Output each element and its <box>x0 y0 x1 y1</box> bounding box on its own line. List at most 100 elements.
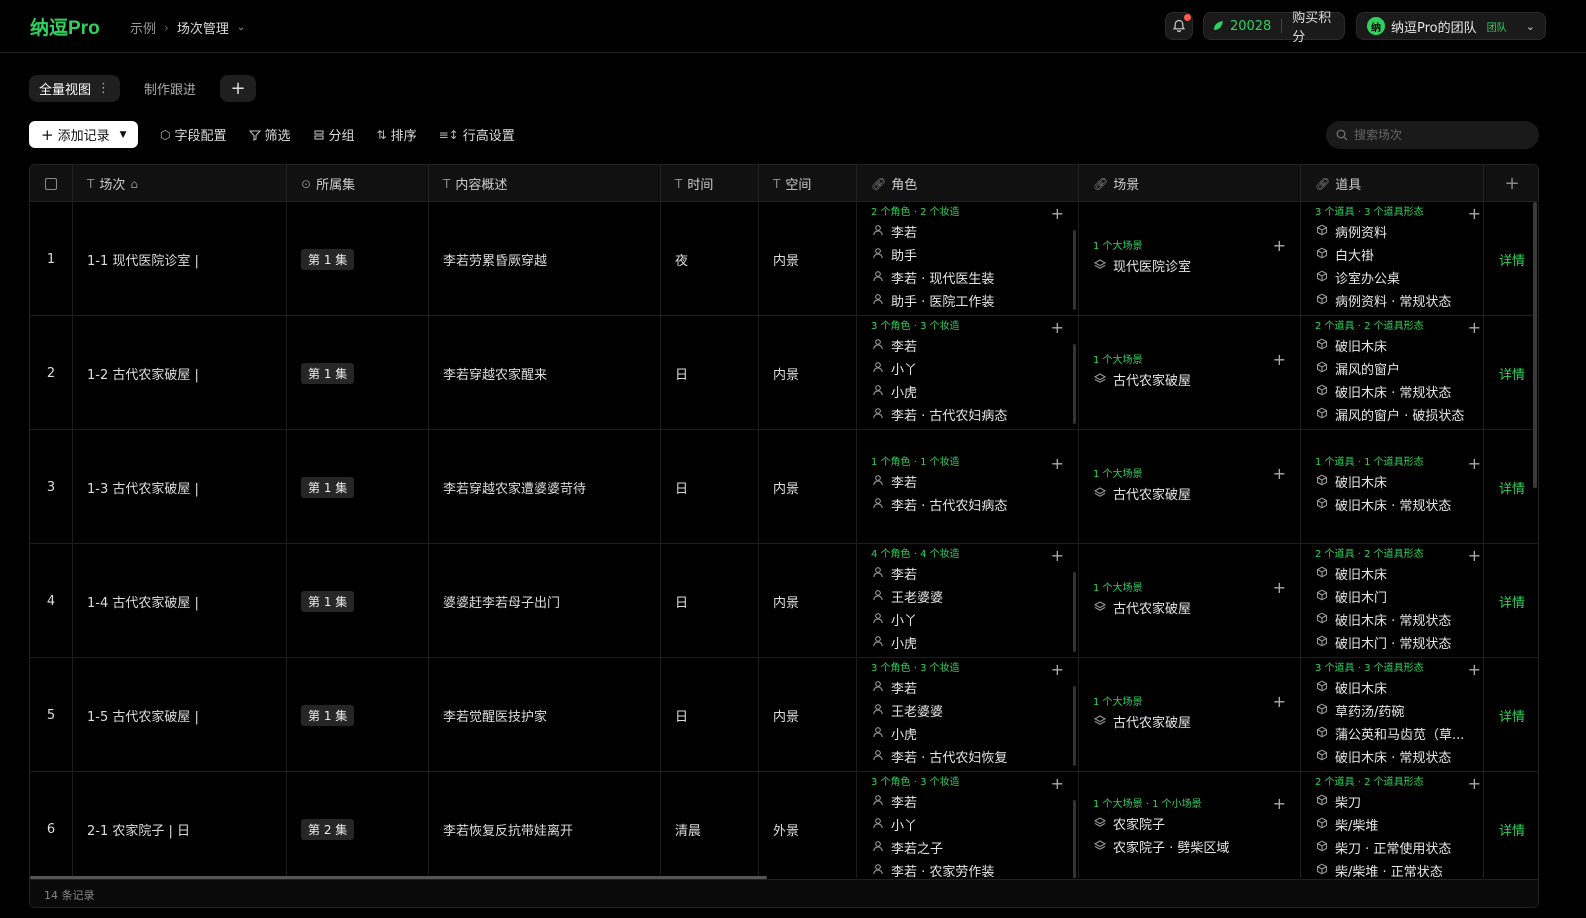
chevron-down-icon[interactable]: ⌄ <box>237 22 245 33</box>
detail-link[interactable]: 详情 <box>1484 316 1538 430</box>
prop-item[interactable]: 漏风的窗户 <box>1315 357 1400 380</box>
episode-cell[interactable]: 第 2 集 <box>287 772 429 878</box>
props-cell[interactable]: 3 个道具 · 3 个道具形态 + 病例资料 白大褂 诊室办公桌 病例资料 · 常规状态 <box>1301 202 1484 316</box>
roles-cell[interactable]: 4 个角色 · 4 个妆造 + 李若 王老婆婆 小丫 小虎 <box>857 544 1079 658</box>
roles-cell[interactable]: 2 个角色 · 2 个妆造 + 李若 助手 李若 · 现代医生装 助手 · 医院工作装 <box>857 202 1079 316</box>
add-role-button[interactable]: + <box>1051 454 1064 473</box>
time-cell[interactable]: 日 <box>661 658 759 772</box>
episode-cell[interactable]: 第 1 集 <box>287 202 429 316</box>
role-item[interactable]: 李若 · 古代农妇恢复 <box>871 745 1007 768</box>
add-role-button[interactable]: + <box>1051 660 1064 679</box>
prop-item[interactable]: 蒲公英和马齿苋（草... <box>1315 722 1464 745</box>
select-all-cell[interactable] <box>30 165 73 202</box>
row-number-cell[interactable]: 6 <box>30 772 73 878</box>
scene-name-cell[interactable]: 1-3 古代农家破屋 | <box>73 430 287 544</box>
prop-item[interactable]: 漏风的窗户 · 破损状态 <box>1315 403 1464 426</box>
row-number-cell[interactable]: 2 <box>30 316 73 430</box>
props-cell[interactable]: 3 个道具 · 3 个道具形态 + 破旧木床 草药汤/药碗 蒲公英和马齿苋（草... 破旧… <box>1301 658 1484 772</box>
role-item[interactable]: 李若 <box>871 470 917 493</box>
prop-item[interactable]: 白大褂 <box>1315 243 1374 266</box>
prop-item[interactable]: 破旧木门 <box>1315 585 1387 608</box>
row-number-cell[interactable]: 1 <box>30 202 73 316</box>
time-cell[interactable]: 夜 <box>661 202 759 316</box>
places-cell[interactable]: 1 个大场景 + 古代农家破屋 <box>1079 430 1301 544</box>
prop-item[interactable]: 柴刀 · 正常使用状态 <box>1315 836 1451 859</box>
scene-name-cell[interactable]: 2-1 农家院子 | 日 <box>73 772 287 878</box>
prop-item[interactable]: 破旧木门 · 常规状态 <box>1315 631 1451 654</box>
space-cell[interactable]: 内景 <box>759 430 857 544</box>
time-cell[interactable]: 日 <box>661 430 759 544</box>
detail-link[interactable]: 详情 <box>1484 202 1538 316</box>
role-item[interactable]: 李若 <box>871 334 917 357</box>
add-prop-button[interactable]: + <box>1468 318 1481 337</box>
props-cell[interactable]: 2 个道具 · 2 个道具形态 + 柴刀 柴/柴堆 柴刀 · 正常使用状态 柴/柴堆 · … <box>1301 772 1484 878</box>
table-row[interactable]: 5 1-5 古代农家破屋 | 第 1 集 李若觉醒医技护家 日 内景 3 个角色 · 3 个… <box>30 658 1538 772</box>
role-item[interactable]: 助手 · 医院工作装 <box>871 289 994 312</box>
column-header-summary[interactable]: T 内容概述 <box>429 165 661 202</box>
detail-link[interactable]: 详情 <box>1484 772 1538 878</box>
role-item[interactable]: 李若 · 现代医生装 <box>871 266 994 289</box>
add-prop-button[interactable]: + <box>1468 774 1481 793</box>
cell-scrollbar[interactable] <box>1073 686 1076 766</box>
place-item[interactable]: 农家院子 <box>1093 812 1165 835</box>
detail-link[interactable]: 详情 <box>1484 430 1538 544</box>
column-header-time[interactable]: T 时间 <box>661 165 759 202</box>
table-row[interactable]: 2 1-2 古代农家破屋 | 第 1 集 李若穿越农家醒来 日 内景 3 个角色 · 3 个… <box>30 316 1538 430</box>
place-item[interactable]: 古代农家破屋 <box>1093 368 1191 391</box>
prop-item[interactable]: 破旧木床 <box>1315 334 1387 357</box>
role-item[interactable]: 李若 <box>871 676 917 699</box>
episode-cell[interactable]: 第 1 集 <box>287 544 429 658</box>
add-view-button[interactable]: + <box>220 75 257 102</box>
places-cell[interactable]: 1 个大场景 + 古代农家破屋 <box>1079 316 1301 430</box>
episode-cell[interactable]: 第 1 集 <box>287 430 429 544</box>
add-column-button[interactable]: + <box>1484 165 1538 202</box>
place-item[interactable]: 农家院子 · 劈柴区域 <box>1093 835 1229 858</box>
props-cell[interactable]: 2 个道具 · 2 个道具形态 + 破旧木床 漏风的窗户 破旧木床 · 常规状态 漏风的窗… <box>1301 316 1484 430</box>
role-item[interactable]: 李若 · 古代农妇病态 <box>871 493 1007 516</box>
breadcrumb-current[interactable]: 场次管理 <box>177 18 229 37</box>
role-item[interactable]: 李若之子 <box>871 836 943 859</box>
notification-button[interactable] <box>1165 12 1193 40</box>
add-place-button[interactable]: + <box>1273 692 1286 711</box>
add-place-button[interactable]: + <box>1273 464 1286 483</box>
cell-scrollbar[interactable] <box>1073 572 1076 652</box>
cell-scrollbar[interactable] <box>1073 230 1076 310</box>
time-cell[interactable]: 清晨 <box>661 772 759 878</box>
prop-item[interactable]: 破旧木床 · 常规状态 <box>1315 493 1451 516</box>
place-item[interactable]: 古代农家破屋 <box>1093 596 1191 619</box>
column-header-places[interactable]: 🔗︎ 场景 <box>1079 165 1301 202</box>
column-header-scene[interactable]: T 场次 ⌂ <box>73 165 287 202</box>
space-cell[interactable]: 外景 <box>759 772 857 878</box>
prop-item[interactable]: 破旧木床 <box>1315 470 1387 493</box>
sort-button[interactable]: ⇅ 排序 <box>377 125 417 145</box>
detail-link[interactable]: 详情 <box>1484 544 1538 658</box>
row-height-button[interactable]: ≡↕ 行高设置 <box>439 125 515 145</box>
add-record-button[interactable]: + 添加记录 ▼ <box>29 121 138 148</box>
role-item[interactable]: 小虎 <box>871 380 917 403</box>
roles-cell[interactable]: 3 个角色 · 3 个妆造 + 李若 小丫 李若之子 李若 · 农家劳作装 <box>857 772 1079 878</box>
episode-cell[interactable]: 第 1 集 <box>287 658 429 772</box>
add-role-button[interactable]: + <box>1051 774 1064 793</box>
more-vertical-icon[interactable]: ⋮ <box>97 81 110 96</box>
summary-cell[interactable]: 李若劳累昏厥穿越 <box>429 202 661 316</box>
summary-cell[interactable]: 李若穿越农家遭婆婆苛待 <box>429 430 661 544</box>
role-item[interactable]: 小丫 <box>871 357 917 380</box>
breadcrumb-root[interactable]: 示例 <box>130 18 156 37</box>
place-item[interactable]: 现代医院诊室 <box>1093 254 1191 277</box>
places-cell[interactable]: 1 个大场景 + 现代医院诊室 <box>1079 202 1301 316</box>
roles-cell[interactable]: 3 个角色 · 3 个妆造 + 李若 王老婆婆 小虎 李若 · 古代农妇恢复 <box>857 658 1079 772</box>
role-item[interactable]: 助手 <box>871 243 917 266</box>
time-cell[interactable]: 日 <box>661 544 759 658</box>
episode-cell[interactable]: 第 1 集 <box>287 316 429 430</box>
column-header-roles[interactable]: 🔗︎ 角色 <box>857 165 1079 202</box>
summary-cell[interactable]: 李若觉醒医技护家 <box>429 658 661 772</box>
place-item[interactable]: 古代农家破屋 <box>1093 710 1191 733</box>
prop-item[interactable]: 病例资料 <box>1315 220 1387 243</box>
prop-item[interactable]: 病例资料 · 常规状态 <box>1315 289 1451 312</box>
roles-cell[interactable]: 1 个角色 · 1 个妆造 + 李若 李若 · 古代农妇病态 <box>857 430 1079 544</box>
space-cell[interactable]: 内景 <box>759 658 857 772</box>
cell-scrollbar[interactable] <box>1073 800 1076 878</box>
prop-item[interactable]: 草药汤/药碗 <box>1315 699 1404 722</box>
tab-full-view[interactable]: 全量视图 ⋮ <box>29 75 121 102</box>
add-place-button[interactable]: + <box>1273 578 1286 597</box>
